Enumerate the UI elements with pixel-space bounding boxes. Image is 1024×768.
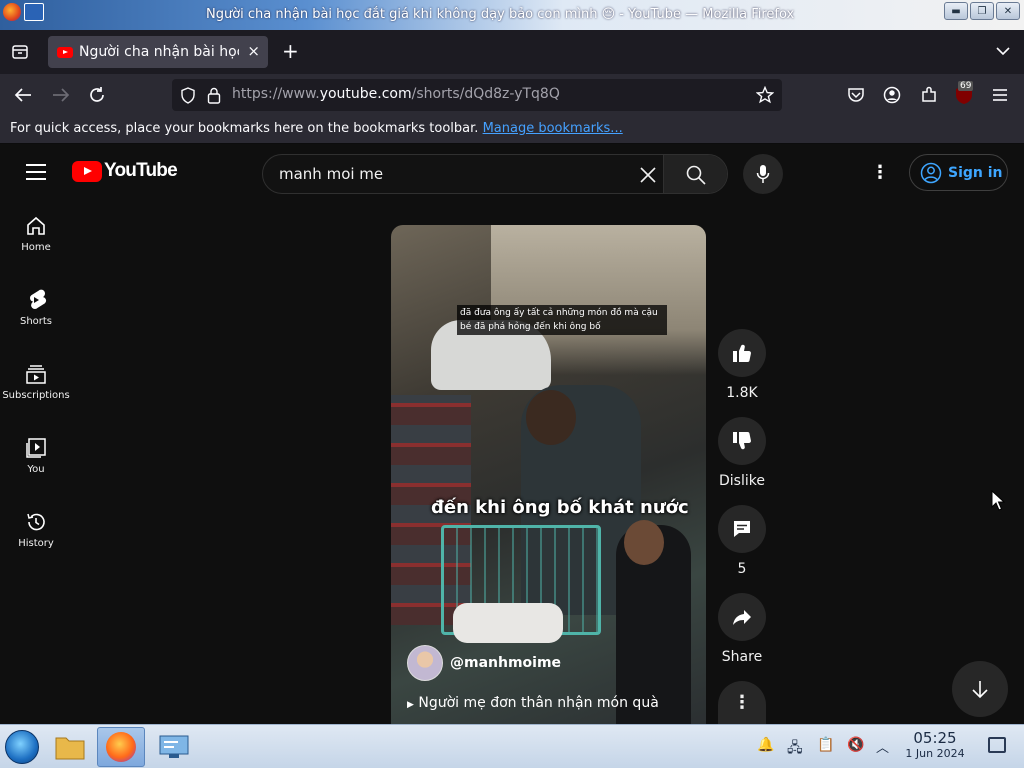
search-input[interactable]: manh moi me <box>279 165 383 183</box>
sidebar-item-subscriptions[interactable]: Subscriptions <box>0 349 72 421</box>
network-icon[interactable]: 🖧 <box>787 737 803 761</box>
taskbar-file-manager[interactable] <box>46 727 94 767</box>
manage-bookmarks-link[interactable]: Manage bookmarks... <box>483 121 623 136</box>
settings-kebab-icon[interactable]: ⋮ <box>871 162 889 183</box>
play-small-icon: ▶ <box>407 700 414 710</box>
shorts-video-player[interactable]: đã đưa ông ấy tất cả những món đồ mà cậu… <box>391 225 706 724</box>
control-panel-icon <box>159 735 189 758</box>
channel-info[interactable]: @manhmoime <box>407 645 561 681</box>
tab-bar: Người cha nhận bài học đắt giá khi không… <box>0 30 1024 74</box>
search-icon <box>686 165 706 185</box>
back-arrow-icon[interactable] <box>14 87 32 103</box>
bookmark-star-icon[interactable] <box>756 86 774 104</box>
sidebar-item-shorts[interactable]: Shorts <box>0 275 72 347</box>
folder-icon <box>55 737 85 760</box>
share-arrow-icon <box>733 610 751 625</box>
arrow-down-icon <box>972 681 988 699</box>
browser-tab[interactable]: Người cha nhận bài học đắt giá khi không… <box>48 36 268 68</box>
firefox-app-icon <box>3 3 21 21</box>
url-text: https://www.youtube.com/shorts/dQd8z-yTq… <box>232 86 560 102</box>
tab-title: Người cha nhận bài học đắt giá khi không… <box>79 44 239 60</box>
pocket-icon[interactable] <box>847 87 865 104</box>
tracking-shield-icon[interactable] <box>180 87 196 104</box>
tray-expand-chevron-icon[interactable]: ︿ <box>876 737 889 756</box>
avatar[interactable] <box>407 645 443 681</box>
url-bar[interactable]: https://www.youtube.com/shorts/dQd8z-yTq… <box>172 79 782 111</box>
window-titlebar: Người cha nhận bài học đắt giá khi không… <box>0 0 1024 30</box>
navigation-bar: https://www.youtube.com/shorts/dQd8z-yTq… <box>0 74 1024 116</box>
new-tab-button[interactable]: + <box>282 39 299 63</box>
next-video-button[interactable] <box>952 661 1008 717</box>
tab-overview-icon[interactable] <box>11 43 29 61</box>
show-desktop-icon[interactable] <box>988 737 1006 753</box>
sign-in-button[interactable]: Sign in <box>909 154 1008 191</box>
home-icon <box>27 216 45 235</box>
clear-search-icon[interactable] <box>639 166 657 184</box>
search-box[interactable]: manh moi me <box>262 154 728 194</box>
shorts-icon <box>30 289 47 310</box>
more-actions-button[interactable]: ⋮ <box>718 681 766 724</box>
history-icon <box>27 513 45 531</box>
lock-icon[interactable] <box>207 87 221 104</box>
bookmarks-toolbar: For quick access, place your bookmarks h… <box>0 116 1024 144</box>
tab-close-icon[interactable]: × <box>247 42 260 60</box>
youtube-favicon-icon <box>57 46 73 58</box>
clipboard-icon[interactable]: 📋 <box>817 737 834 753</box>
search-button[interactable] <box>663 155 727 193</box>
subscriptions-icon <box>26 365 46 384</box>
youtube-play-icon <box>72 160 102 182</box>
dislike-button[interactable]: Dislike <box>718 417 766 489</box>
comment-count: 5 <box>737 561 747 577</box>
share-button[interactable]: Share <box>718 593 766 665</box>
maximize-button[interactable]: ❐ <box>970 2 994 20</box>
share-label: Share <box>721 649 763 665</box>
sidebar-item-home[interactable]: Home <box>0 201 72 273</box>
youtube-logo[interactable]: YouTube <box>72 160 178 182</box>
ublock-extension-icon[interactable]: 69 <box>955 81 975 105</box>
you-icon <box>26 438 46 458</box>
comment-icon <box>734 521 750 537</box>
thumbs-down-icon <box>733 431 751 450</box>
system-clock[interactable]: 05:25 1 Jun 2024 <box>900 729 970 760</box>
dislike-label: Dislike <box>719 473 765 489</box>
user-circle-icon <box>920 162 942 183</box>
video-title[interactable]: ▶ Người mẹ đơn thân nhận món quà <box>407 695 659 711</box>
clock-date: 1 Jun 2024 <box>905 747 965 760</box>
mouse-cursor-icon <box>991 490 1005 511</box>
hamburger-menu-icon[interactable] <box>992 88 1008 102</box>
window-title: Người cha nhận bài học đắt giá khi không… <box>206 7 795 22</box>
os-taskbar: 🔔 🖧 📋 🔇 ︿ 05:25 1 Jun 2024 <box>0 724 1024 768</box>
minimize-button[interactable]: ▬ <box>944 2 968 20</box>
account-icon[interactable] <box>883 86 901 104</box>
channel-handle[interactable]: @manhmoime <box>450 655 561 671</box>
like-count: 1.8K <box>726 385 758 401</box>
forward-arrow-icon[interactable] <box>52 87 70 103</box>
sidebar-item-you[interactable]: You <box>0 423 72 495</box>
volume-muted-icon[interactable]: 🔇 <box>847 737 864 753</box>
sidebar-item-history[interactable]: History <box>0 497 72 569</box>
taskbar-firefox[interactable] <box>97 727 145 767</box>
close-button[interactable]: ✕ <box>996 2 1020 20</box>
clock-time: 05:25 <box>913 729 957 747</box>
comments-button[interactable]: 5 <box>718 505 766 577</box>
firefox-icon <box>106 732 136 762</box>
reload-icon[interactable] <box>88 86 106 104</box>
bookmarks-hint: For quick access, place your bookmarks h… <box>10 121 623 136</box>
like-button[interactable]: 1.8K <box>718 329 766 401</box>
list-tabs-chevron-icon[interactable] <box>996 46 1010 56</box>
extensions-icon[interactable] <box>920 86 938 104</box>
video-caption: đến khi ông bố khát nước <box>431 497 689 518</box>
voice-search-button[interactable] <box>743 154 783 194</box>
window-menu-icon[interactable] <box>24 3 44 21</box>
extension-badge: 69 <box>958 81 974 91</box>
more-kebab-icon: ⋮ <box>733 692 751 713</box>
video-subtitle-small: đã đưa ông ấy tất cả những món đồ mà cậu… <box>457 305 667 335</box>
taskbar-control-panel[interactable] <box>150 727 198 767</box>
notifications-icon[interactable]: 🔔 <box>757 737 774 753</box>
youtube-header: YouTube manh moi me ⋮ Sign in <box>0 145 1024 201</box>
start-menu-button[interactable] <box>5 730 39 764</box>
microphone-icon <box>756 165 770 183</box>
thumbs-up-icon <box>733 344 751 363</box>
guide-menu-icon[interactable] <box>26 164 46 185</box>
